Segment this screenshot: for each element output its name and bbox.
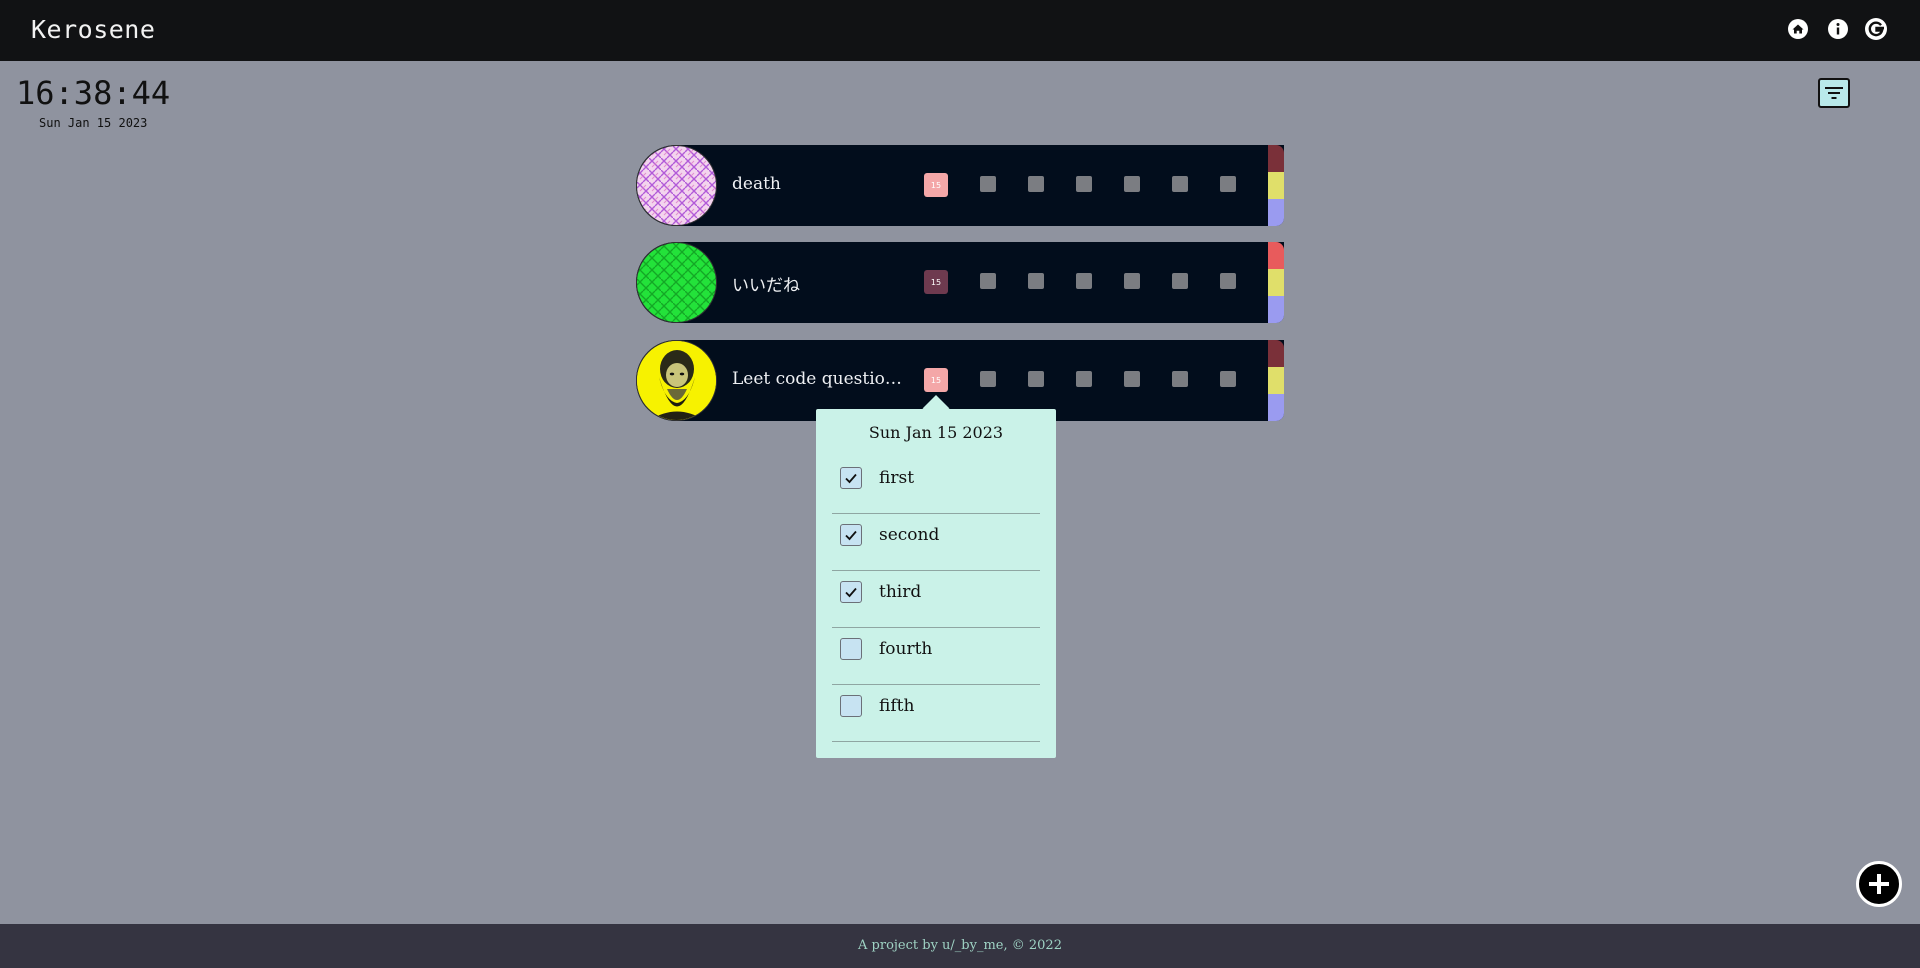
priority-strip-blue[interactable] — [1268, 394, 1284, 421]
day-cell[interactable] — [1220, 273, 1236, 289]
habit-avatar[interactable] — [636, 145, 717, 226]
day-cell[interactable] — [980, 273, 996, 289]
todo-item[interactable]: second — [832, 514, 1040, 571]
day-cell[interactable] — [1028, 176, 1044, 192]
habit-name: Leet code questions — [732, 369, 902, 389]
priority-strip-yellow[interactable] — [1268, 367, 1284, 394]
todo-item[interactable]: third — [832, 571, 1040, 628]
habit-avatar[interactable] — [636, 340, 717, 421]
todo-checkbox[interactable] — [840, 467, 862, 489]
habit-name: death — [732, 174, 781, 194]
day-cell[interactable] — [1076, 273, 1092, 289]
filter-button[interactable] — [1818, 78, 1850, 108]
todo-label: fourth — [879, 639, 933, 659]
day-cell[interactable] — [1124, 371, 1140, 387]
todo-item[interactable]: fourth — [832, 628, 1040, 685]
priority-strip-blue[interactable] — [1268, 199, 1284, 226]
day-cell[interactable] — [1076, 371, 1092, 387]
habit-row-iidane[interactable]: いいだね 15 — [636, 242, 1284, 323]
top-bar: Kerosene — [0, 0, 1920, 61]
todo-popover: Sun Jan 15 2023 first second third fourt… — [816, 409, 1056, 758]
day-cell[interactable] — [1028, 273, 1044, 289]
priority-strip-red[interactable] — [1268, 145, 1284, 172]
info-icon[interactable] — [1826, 17, 1850, 41]
priority-strip-yellow[interactable] — [1268, 172, 1284, 199]
day-cell-today[interactable]: 15 — [924, 173, 948, 197]
todo-label: second — [879, 525, 940, 545]
check-icon — [845, 587, 857, 598]
footer: A project by u/_by_me, © 2022 — [0, 924, 1920, 968]
todo-checkbox[interactable] — [840, 638, 862, 660]
app-title[interactable]: Kerosene — [31, 15, 155, 44]
todo-label: third — [879, 582, 922, 602]
day-cell[interactable] — [1172, 273, 1188, 289]
plus-icon — [1869, 874, 1889, 894]
day-cell-today[interactable]: 15 — [924, 368, 948, 392]
priority-strip-blue[interactable] — [1268, 296, 1284, 323]
todo-checkbox[interactable] — [840, 695, 862, 717]
habit-avatar[interactable] — [636, 242, 717, 323]
day-cell[interactable] — [980, 371, 996, 387]
priority-strip-red[interactable] — [1268, 242, 1284, 269]
day-cell[interactable] — [1124, 176, 1140, 192]
day-cell-today[interactable]: 15 — [924, 270, 948, 294]
day-cell[interactable] — [1028, 371, 1044, 387]
clock-time: 16:38:44 — [16, 74, 171, 112]
habit-row-death[interactable]: death 15 — [636, 145, 1284, 226]
popover-arrow — [922, 395, 950, 409]
todo-checkbox[interactable] — [840, 524, 862, 546]
home-icon[interactable] — [1786, 17, 1810, 41]
day-cell[interactable] — [980, 176, 996, 192]
add-habit-button[interactable] — [1856, 861, 1902, 907]
filter-icon — [1825, 87, 1843, 99]
day-cell[interactable] — [1124, 273, 1140, 289]
todo-item[interactable]: fifth — [832, 685, 1040, 742]
account-icon[interactable] — [1864, 17, 1888, 41]
priority-strip-yellow[interactable] — [1268, 269, 1284, 296]
habit-name: いいだね — [732, 276, 800, 296]
todo-label: first — [879, 468, 915, 488]
priority-strip-red[interactable] — [1268, 340, 1284, 367]
check-icon — [845, 530, 857, 541]
day-cell[interactable] — [1172, 176, 1188, 192]
day-cell[interactable] — [1172, 371, 1188, 387]
todo-label: fifth — [879, 696, 915, 716]
footer-credit: A project by u/_by_me, © 2022 — [858, 938, 1062, 953]
day-cell[interactable] — [1076, 176, 1092, 192]
popover-date: Sun Jan 15 2023 — [868, 423, 1004, 442]
todo-checkbox[interactable] — [840, 581, 862, 603]
clock-date: Sun Jan 15 2023 — [39, 116, 148, 130]
todo-item[interactable]: first — [832, 457, 1040, 514]
day-cell[interactable] — [1220, 371, 1236, 387]
check-icon — [845, 473, 857, 484]
day-cell[interactable] — [1220, 176, 1236, 192]
